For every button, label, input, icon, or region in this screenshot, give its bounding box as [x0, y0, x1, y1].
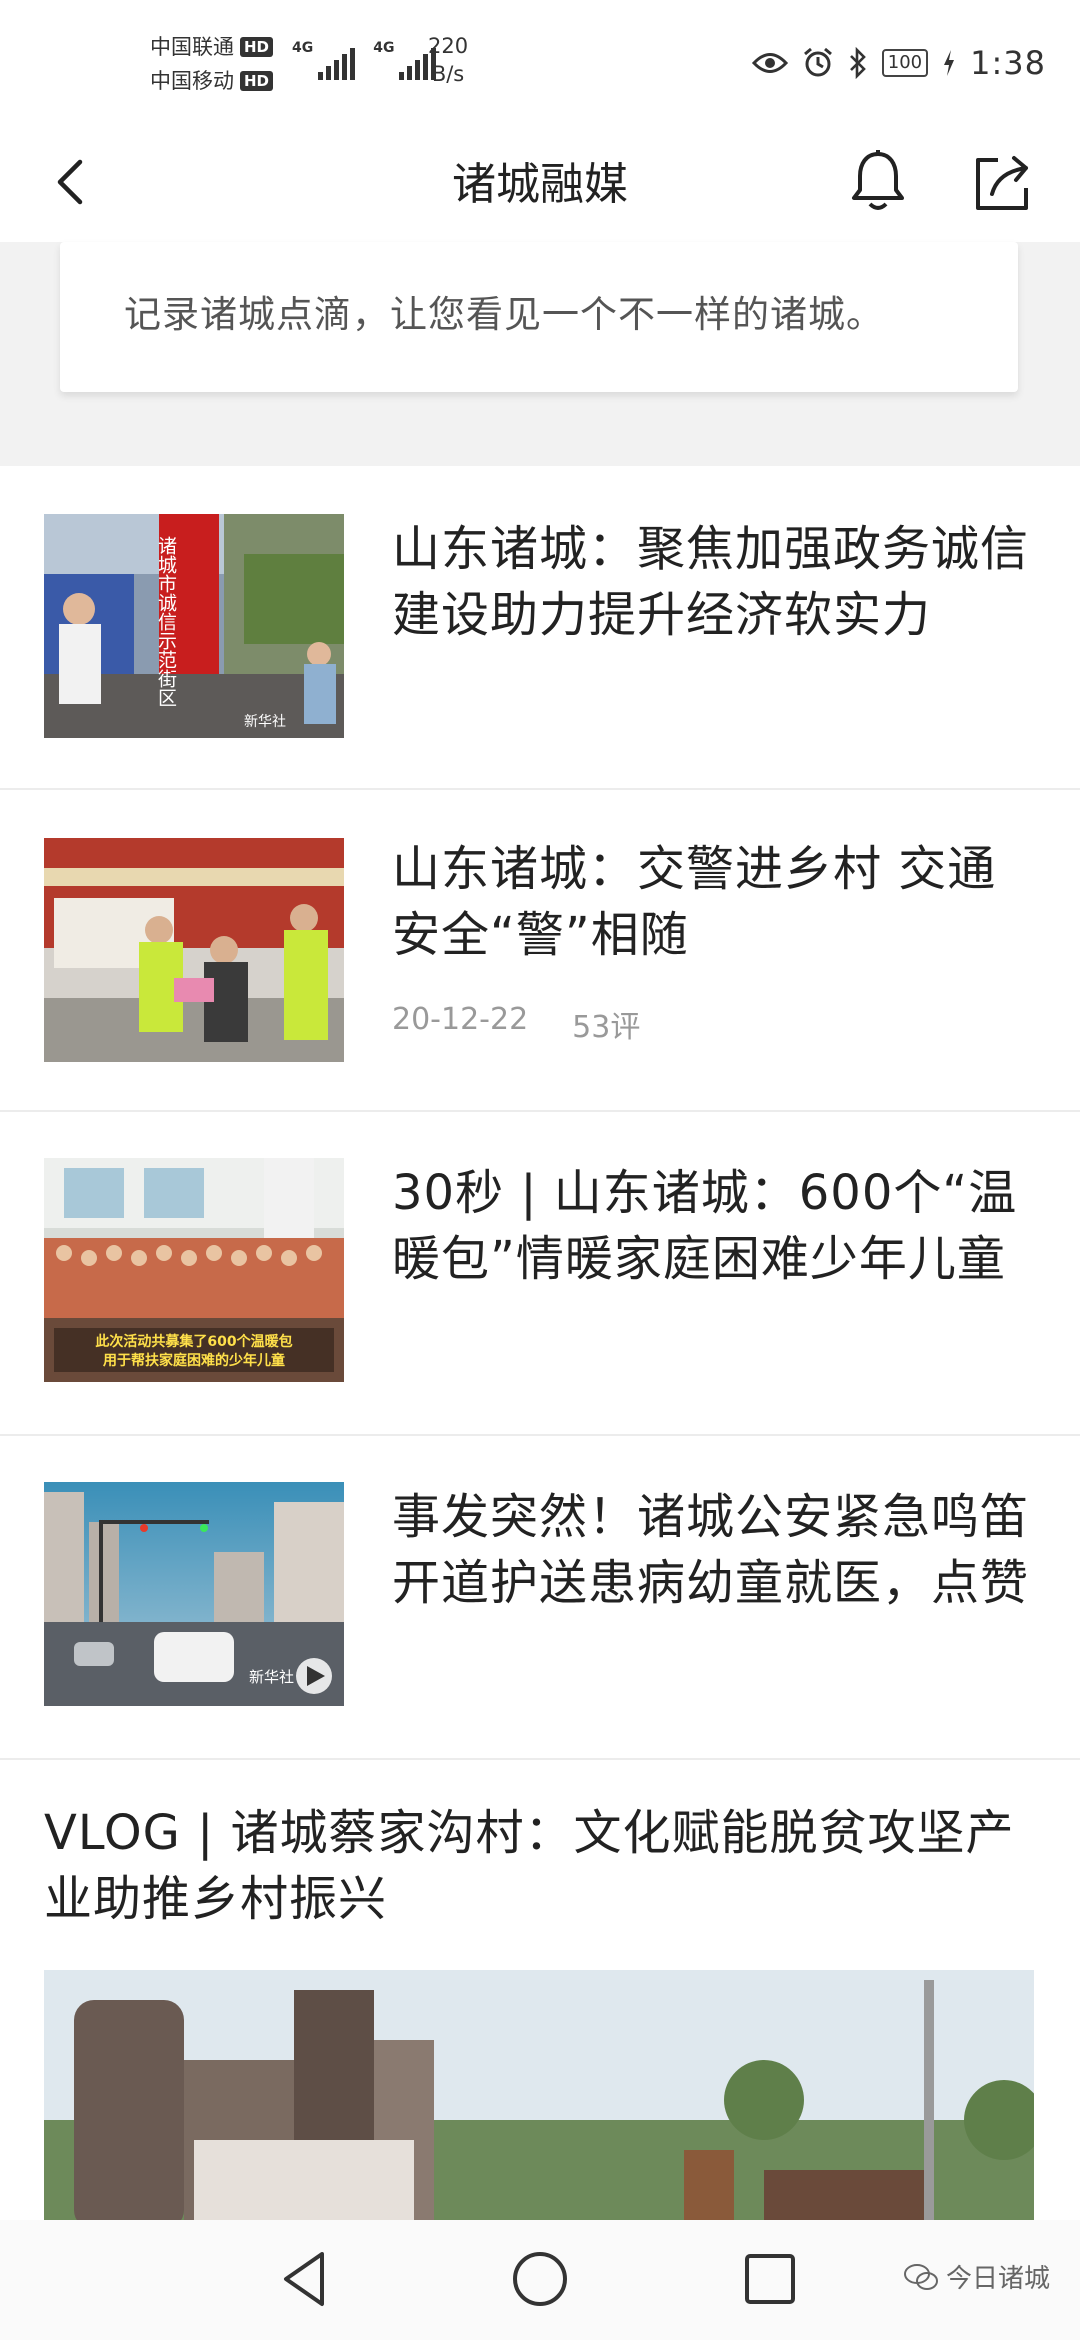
wechat-icon	[903, 2263, 938, 2290]
watermark-text: 新华社	[249, 1668, 294, 1686]
video-caption: 此次活动共募集了600个温暖包	[95, 1333, 292, 1350]
square-recents-icon	[745, 2254, 795, 2304]
news-item[interactable]: 新华社 事发突然！诸城公安紧急鸣笛开道护送患病幼童就医，点赞	[0, 1434, 1080, 1760]
carrier-info: 中国联通 HD 中国移动 HD	[150, 30, 274, 98]
comment-count: 53评	[572, 1010, 641, 1045]
signal-icon: 4G	[373, 40, 437, 80]
nav-home-button[interactable]	[505, 2244, 575, 2314]
bell-icon	[852, 150, 904, 210]
vlog-image[interactable]	[44, 1970, 1034, 2230]
eye-icon	[751, 53, 788, 73]
video-caption: 用于帮扶家庭困难的少年儿童	[103, 1352, 285, 1369]
news-meta: 20-12-22 53评	[392, 1002, 640, 1046]
vlog-title[interactable]: VLOG | 诸城蔡家沟村：文化赋能脱贫攻坚产业助推乡村振兴	[44, 1800, 1034, 1932]
source-watermark: 今日诸城	[903, 2258, 1050, 2295]
share-icon	[976, 156, 1028, 210]
nav-recents-button[interactable]	[735, 2244, 805, 2314]
charging-icon	[944, 50, 955, 76]
news-title: 山东诸城：交警进乡村 交通安全“警”相随	[392, 841, 997, 963]
carrier-1: 中国联通	[150, 35, 234, 59]
watermark-text: 今日诸城	[945, 2264, 1050, 2294]
news-thumbnail	[44, 838, 344, 1062]
circle-home-icon	[513, 2252, 567, 2306]
news-title: 事发突然！诸城公安紧急鸣笛开道护送患病幼童就医，点赞	[392, 1489, 1030, 1611]
network-speed: 220 B/s	[428, 34, 469, 86]
system-nav-bar: 今日诸城	[0, 2220, 1080, 2340]
news-item[interactable]: 此次活动共募集了600个温暖包 用于帮扶家庭困难的少年儿童 30秒 | 山东诸城…	[0, 1110, 1080, 1436]
alarm-icon	[803, 47, 832, 77]
signal-icon: 4G	[292, 40, 356, 80]
news-title: 30秒 | 山东诸城：600个“温暖包”情暖家庭困难少年儿童	[392, 1165, 1018, 1287]
news-item[interactable]: 山东诸城：交警进乡村 交通安全“警”相随 20-12-22 53评	[0, 788, 1080, 1112]
video-thumbnail: 新华社	[44, 1482, 344, 1706]
battery-icon: 100	[881, 49, 929, 77]
hd-badge: HD	[240, 37, 274, 57]
share-button[interactable]	[968, 148, 1036, 216]
page-title: 诸城融媒	[452, 159, 628, 210]
news-item[interactable]: 诸城市诚信示范街区 新华社 山东诸城：聚焦加强政务诚信建设助力提升经济软实力	[0, 466, 1080, 790]
news-title: 山东诸城：聚焦加强政务诚信建设助力提升经济软实力	[392, 521, 1030, 643]
thumbnail-sign-text: 诸城市诚信示范街区	[155, 536, 177, 707]
bluetooth-icon	[849, 47, 866, 79]
signal-indicators: 4G 4G	[292, 40, 437, 80]
intro-card: 记录诸城点滴，让您看见一个不一样的诸城。	[60, 242, 1018, 392]
status-bar: 中国联通 HD 中国移动 HD 4G 4G 220 B/s 100 1:38	[0, 0, 1080, 130]
hd-badge: HD	[240, 71, 274, 91]
app-header: 诸城融媒	[0, 130, 1080, 242]
nav-back-button[interactable]	[272, 2244, 342, 2314]
carrier-2: 中国移动	[150, 69, 234, 93]
clock: 1:38	[970, 44, 1046, 82]
news-thumbnail: 此次活动共募集了600个温暖包 用于帮扶家庭困难的少年儿童	[44, 1158, 344, 1382]
news-date: 20-12-22	[392, 1002, 529, 1037]
triangle-back-icon	[284, 2252, 324, 2306]
watermark-text: 新华社	[244, 714, 286, 730]
intro-text: 记录诸城点滴，让您看见一个不一样的诸城。	[124, 293, 884, 336]
news-thumbnail: 诸城市诚信示范街区 新华社	[44, 514, 344, 738]
notification-button[interactable]	[846, 148, 910, 216]
status-icons: 100 1:38	[751, 44, 1046, 82]
